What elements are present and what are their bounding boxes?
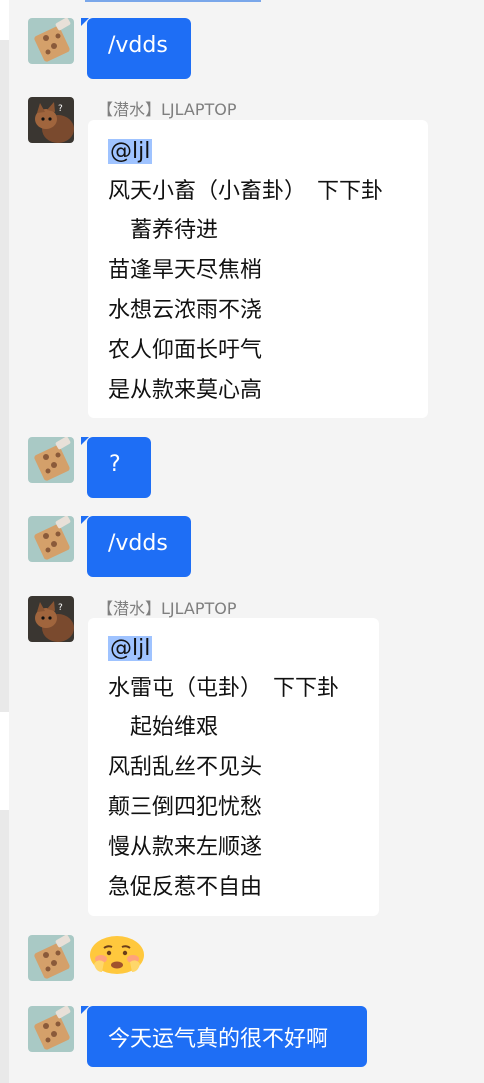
- self-avatar[interactable]: [28, 437, 74, 483]
- message-line: 农人仰面长吁气: [108, 338, 263, 363]
- message-line: 水雷屯（屯卦） 下下卦: [108, 676, 340, 701]
- message-text: ?: [109, 452, 121, 477]
- sender-avatar[interactable]: ?: [28, 596, 74, 642]
- bubble-tail: [81, 437, 89, 445]
- left-panel-highlight: [0, 712, 9, 810]
- previous-message-edge: [85, 0, 261, 2]
- self-avatar[interactable]: [28, 935, 74, 981]
- message-line: 颠三倒四犯忧愁: [108, 795, 263, 820]
- self-avatar[interactable]: [28, 1006, 74, 1052]
- left-panel-highlight: [0, 0, 9, 40]
- svg-text:?: ?: [58, 104, 63, 114]
- bubble-tail: [81, 18, 89, 26]
- bubble-tail: [81, 1006, 89, 1014]
- message-text: /vdds: [108, 531, 168, 556]
- message-line: 起始维艰: [108, 715, 219, 740]
- message-line: 蓄养待进: [108, 218, 219, 243]
- outgoing-message-bubble[interactable]: /vdds: [81, 516, 191, 577]
- message-text: /vdds: [108, 33, 168, 58]
- message-line: 慢从款来左顺遂: [108, 835, 263, 860]
- outgoing-message-bubble[interactable]: 今天运气真的很不好啊: [81, 1006, 367, 1067]
- message-line: 风刮乱丝不见头: [108, 755, 263, 780]
- sender-name: 【潜水】LJLAPTOP: [97, 599, 237, 618]
- message-line: 风天小畜（小畜卦） 下下卦: [108, 179, 384, 204]
- svg-text:?: ?: [58, 603, 63, 613]
- outgoing-message-bubble[interactable]: ?: [81, 437, 151, 498]
- mention-tag[interactable]: @ljl: [108, 636, 153, 661]
- sender-name: 【潜水】LJLAPTOP: [97, 100, 237, 119]
- self-avatar[interactable]: [28, 516, 74, 562]
- left-panel-edge: [0, 0, 9, 1083]
- sender-avatar[interactable]: ?: [28, 97, 74, 143]
- incoming-message-bubble[interactable]: @ljl 水雷屯（屯卦） 下下卦 起始维艰 风刮乱丝不见头 颠三倒四犯忧愁 慢从…: [88, 618, 379, 916]
- self-avatar[interactable]: [28, 18, 74, 64]
- message-line: 是从款来莫心高: [108, 378, 263, 403]
- message-line: 急促反惹不自由: [108, 875, 263, 900]
- mention-tag[interactable]: @ljl: [108, 139, 153, 164]
- message-line: 苗逢旱天尽焦梢: [108, 258, 263, 283]
- worried-face-emoji[interactable]: [88, 934, 146, 976]
- message-line: 水想云浓雨不浇: [108, 298, 263, 323]
- outgoing-message-bubble[interactable]: /vdds: [81, 18, 191, 79]
- message-text: 今天运气真的很不好啊: [108, 1027, 329, 1052]
- bubble-tail: [81, 516, 89, 524]
- incoming-message-bubble[interactable]: @ljl 风天小畜（小畜卦） 下下卦 蓄养待进 苗逢旱天尽焦梢 水想云浓雨不浇 …: [88, 120, 428, 418]
